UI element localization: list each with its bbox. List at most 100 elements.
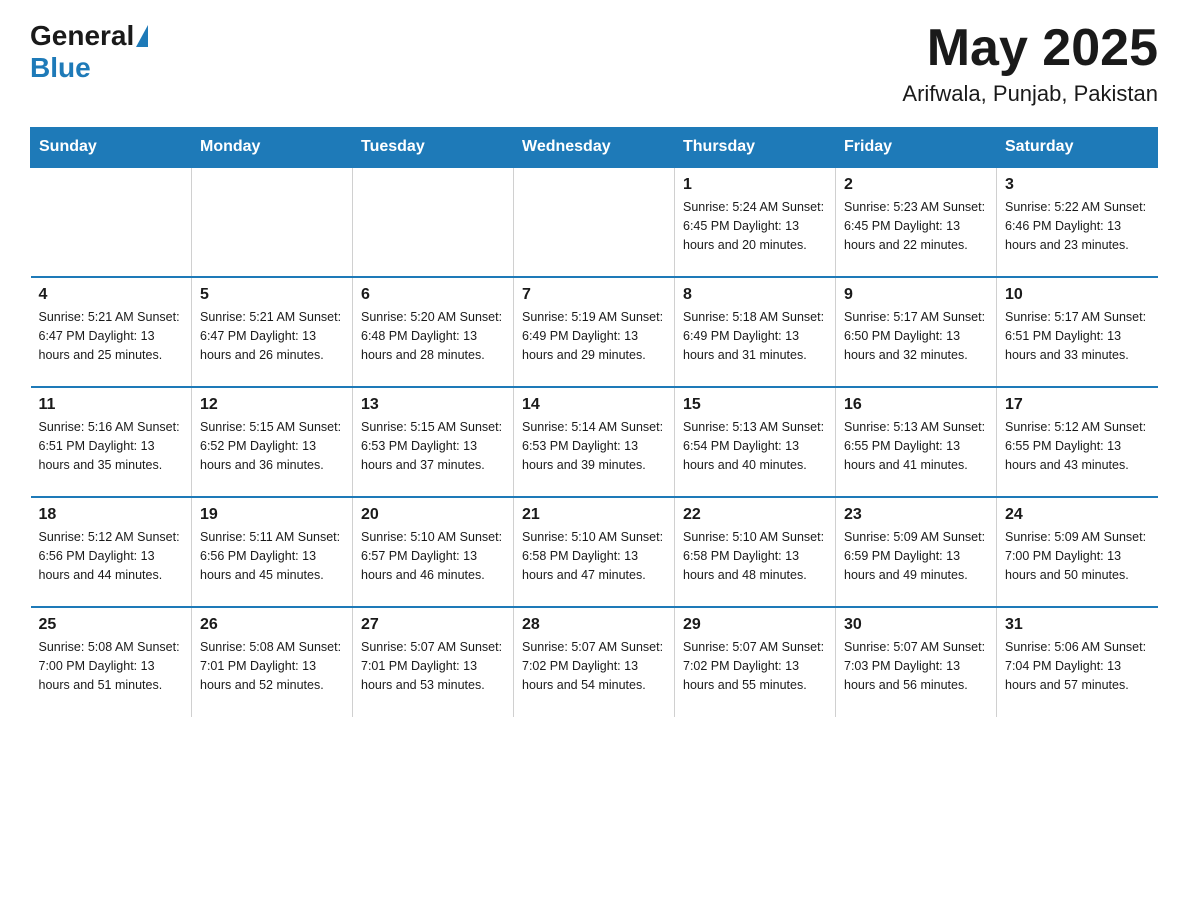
title-area: May 2025 Arifwala, Punjab, Pakistan	[902, 20, 1158, 107]
calendar-cell-w1-d6: 2 Sunrise: 5:23 AM Sunset: 6:45 PM Daylig…	[836, 167, 997, 277]
calendar-cell-w4-d3: 20 Sunrise: 5:10 AM Sunset: 6:57 PM Dayli…	[353, 497, 514, 607]
day-info: Sunrise: 5:18 AM Sunset: 6:49 PM Dayligh…	[683, 308, 827, 364]
day-info: Sunrise: 5:23 AM Sunset: 6:45 PM Dayligh…	[844, 198, 988, 254]
day-info: Sunrise: 5:07 AM Sunset: 7:02 PM Dayligh…	[522, 638, 666, 694]
day-number: 2	[844, 176, 988, 194]
day-info: Sunrise: 5:19 AM Sunset: 6:49 PM Dayligh…	[522, 308, 666, 364]
day-number: 8	[683, 286, 827, 304]
day-info: Sunrise: 5:12 AM Sunset: 6:55 PM Dayligh…	[1005, 418, 1150, 474]
day-number: 17	[1005, 396, 1150, 414]
calendar-week-5: 25 Sunrise: 5:08 AM Sunset: 7:00 PM Dayli…	[31, 607, 1158, 717]
day-info: Sunrise: 5:10 AM Sunset: 6:58 PM Dayligh…	[522, 528, 666, 584]
day-info: Sunrise: 5:11 AM Sunset: 6:56 PM Dayligh…	[200, 528, 344, 584]
day-number: 21	[522, 506, 666, 524]
day-info: Sunrise: 5:15 AM Sunset: 6:52 PM Dayligh…	[200, 418, 344, 474]
day-number: 9	[844, 286, 988, 304]
day-number: 16	[844, 396, 988, 414]
day-number: 19	[200, 506, 344, 524]
calendar-cell-w4-d1: 18 Sunrise: 5:12 AM Sunset: 6:56 PM Dayli…	[31, 497, 192, 607]
day-info: Sunrise: 5:24 AM Sunset: 6:45 PM Dayligh…	[683, 198, 827, 254]
day-number: 25	[39, 616, 184, 634]
calendar-cell-w4-d6: 23Sunrise: 5:09 AM Sunset: 6:59 PM Dayli…	[836, 497, 997, 607]
day-info: Sunrise: 5:09 AM Sunset: 7:00 PM Dayligh…	[1005, 528, 1150, 584]
day-info: Sunrise: 5:14 AM Sunset: 6:53 PM Dayligh…	[522, 418, 666, 474]
calendar-cell-w1-d3	[353, 167, 514, 277]
col-saturday: Saturday	[997, 128, 1158, 168]
calendar-cell-w3-d4: 14 Sunrise: 5:14 AM Sunset: 6:53 PM Dayli…	[514, 387, 675, 497]
calendar-week-4: 18 Sunrise: 5:12 AM Sunset: 6:56 PM Dayli…	[31, 497, 1158, 607]
col-friday: Friday	[836, 128, 997, 168]
month-title: May 2025	[902, 20, 1158, 77]
day-info: Sunrise: 5:17 AM Sunset: 6:50 PM Dayligh…	[844, 308, 988, 364]
day-info: Sunrise: 5:21 AM Sunset: 6:47 PM Dayligh…	[39, 308, 184, 364]
day-info: Sunrise: 5:15 AM Sunset: 6:53 PM Dayligh…	[361, 418, 505, 474]
logo-triangle-icon	[136, 25, 148, 47]
day-number: 15	[683, 396, 827, 414]
calendar-week-2: 4 Sunrise: 5:21 AM Sunset: 6:47 PM Daylig…	[31, 277, 1158, 387]
calendar-cell-w3-d6: 16 Sunrise: 5:13 AM Sunset: 6:55 PM Dayli…	[836, 387, 997, 497]
day-number: 3	[1005, 176, 1150, 194]
logo: General Blue	[30, 20, 150, 84]
day-number: 5	[200, 286, 344, 304]
day-info: Sunrise: 5:10 AM Sunset: 6:58 PM Dayligh…	[683, 528, 827, 584]
calendar-cell-w2-d3: 6Sunrise: 5:20 AM Sunset: 6:48 PM Daylig…	[353, 277, 514, 387]
day-info: Sunrise: 5:08 AM Sunset: 7:00 PM Dayligh…	[39, 638, 184, 694]
day-number: 28	[522, 616, 666, 634]
day-number: 4	[39, 286, 184, 304]
calendar-cell-w1-d7: 3 Sunrise: 5:22 AM Sunset: 6:46 PM Daylig…	[997, 167, 1158, 277]
day-number: 12	[200, 396, 344, 414]
calendar-cell-w2-d1: 4 Sunrise: 5:21 AM Sunset: 6:47 PM Daylig…	[31, 277, 192, 387]
calendar-cell-w2-d6: 9 Sunrise: 5:17 AM Sunset: 6:50 PM Daylig…	[836, 277, 997, 387]
logo-blue-text: Blue	[30, 52, 91, 84]
day-info: Sunrise: 5:13 AM Sunset: 6:55 PM Dayligh…	[844, 418, 988, 474]
calendar-cell-w5-d1: 25 Sunrise: 5:08 AM Sunset: 7:00 PM Dayli…	[31, 607, 192, 717]
day-info: Sunrise: 5:16 AM Sunset: 6:51 PM Dayligh…	[39, 418, 184, 474]
day-number: 29	[683, 616, 827, 634]
col-sunday: Sunday	[31, 128, 192, 168]
day-info: Sunrise: 5:08 AM Sunset: 7:01 PM Dayligh…	[200, 638, 344, 694]
day-info: Sunrise: 5:09 AM Sunset: 6:59 PM Dayligh…	[844, 528, 988, 584]
day-number: 24	[1005, 506, 1150, 524]
day-info: Sunrise: 5:13 AM Sunset: 6:54 PM Dayligh…	[683, 418, 827, 474]
day-info: Sunrise: 5:17 AM Sunset: 6:51 PM Dayligh…	[1005, 308, 1150, 364]
day-info: Sunrise: 5:12 AM Sunset: 6:56 PM Dayligh…	[39, 528, 184, 584]
day-info: Sunrise: 5:10 AM Sunset: 6:57 PM Dayligh…	[361, 528, 505, 584]
calendar-cell-w3-d1: 11 Sunrise: 5:16 AM Sunset: 6:51 PM Dayli…	[31, 387, 192, 497]
col-thursday: Thursday	[675, 128, 836, 168]
calendar-cell-w4-d2: 19 Sunrise: 5:11 AM Sunset: 6:56 PM Dayli…	[192, 497, 353, 607]
day-info: Sunrise: 5:06 AM Sunset: 7:04 PM Dayligh…	[1005, 638, 1150, 694]
calendar-cell-w2-d4: 7Sunrise: 5:19 AM Sunset: 6:49 PM Daylig…	[514, 277, 675, 387]
day-number: 30	[844, 616, 988, 634]
day-number: 14	[522, 396, 666, 414]
calendar-cell-w3-d2: 12 Sunrise: 5:15 AM Sunset: 6:52 PM Dayli…	[192, 387, 353, 497]
calendar-cell-w2-d2: 5 Sunrise: 5:21 AM Sunset: 6:47 PM Daylig…	[192, 277, 353, 387]
day-info: Sunrise: 5:22 AM Sunset: 6:46 PM Dayligh…	[1005, 198, 1150, 254]
calendar-cell-w3-d5: 15 Sunrise: 5:13 AM Sunset: 6:54 PM Dayli…	[675, 387, 836, 497]
day-info: Sunrise: 5:07 AM Sunset: 7:03 PM Dayligh…	[844, 638, 988, 694]
day-number: 20	[361, 506, 505, 524]
calendar-table: Sunday Monday Tuesday Wednesday Thursday…	[30, 127, 1158, 717]
day-info: Sunrise: 5:07 AM Sunset: 7:01 PM Dayligh…	[361, 638, 505, 694]
calendar-cell-w2-d7: 10 Sunrise: 5:17 AM Sunset: 6:51 PM Dayli…	[997, 277, 1158, 387]
calendar-cell-w4-d7: 24 Sunrise: 5:09 AM Sunset: 7:00 PM Dayli…	[997, 497, 1158, 607]
day-number: 22	[683, 506, 827, 524]
calendar-cell-w1-d1	[31, 167, 192, 277]
calendar-cell-w5-d7: 31 Sunrise: 5:06 AM Sunset: 7:04 PM Dayli…	[997, 607, 1158, 717]
day-number: 1	[683, 176, 827, 194]
calendar-cell-w2-d5: 8 Sunrise: 5:18 AM Sunset: 6:49 PM Daylig…	[675, 277, 836, 387]
day-number: 10	[1005, 286, 1150, 304]
col-tuesday: Tuesday	[353, 128, 514, 168]
calendar-cell-w5-d5: 29Sunrise: 5:07 AM Sunset: 7:02 PM Dayli…	[675, 607, 836, 717]
day-info: Sunrise: 5:21 AM Sunset: 6:47 PM Dayligh…	[200, 308, 344, 364]
calendar-cell-w3-d3: 13 Sunrise: 5:15 AM Sunset: 6:53 PM Dayli…	[353, 387, 514, 497]
calendar-cell-w3-d7: 17 Sunrise: 5:12 AM Sunset: 6:55 PM Dayli…	[997, 387, 1158, 497]
day-number: 18	[39, 506, 184, 524]
calendar-week-3: 11 Sunrise: 5:16 AM Sunset: 6:51 PM Dayli…	[31, 387, 1158, 497]
day-number: 31	[1005, 616, 1150, 634]
day-number: 13	[361, 396, 505, 414]
day-number: 6	[361, 286, 505, 304]
day-number: 11	[39, 396, 184, 414]
day-number: 27	[361, 616, 505, 634]
calendar-week-1: 1 Sunrise: 5:24 AM Sunset: 6:45 PM Daylig…	[31, 167, 1158, 277]
calendar-cell-w1-d5: 1 Sunrise: 5:24 AM Sunset: 6:45 PM Daylig…	[675, 167, 836, 277]
